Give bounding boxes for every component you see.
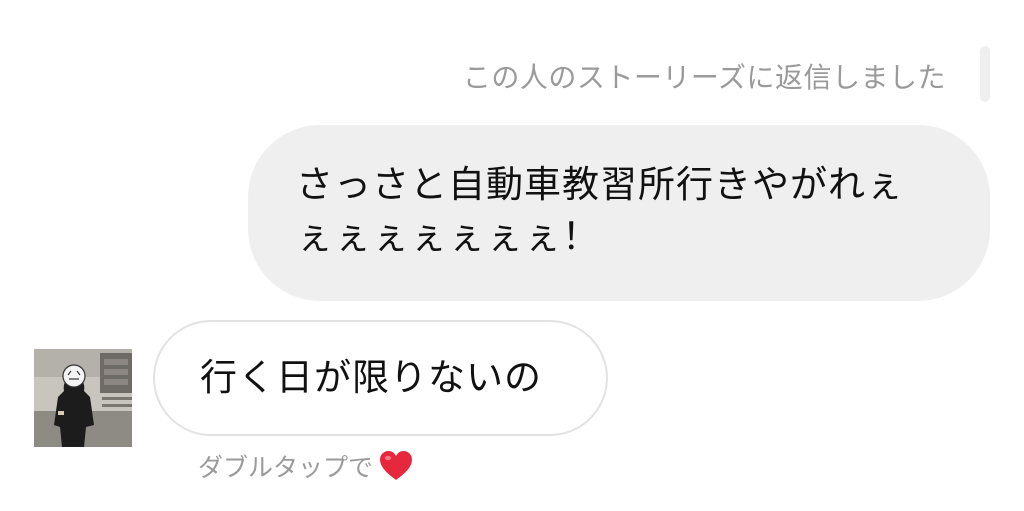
heart-icon[interactable] bbox=[379, 450, 413, 482]
outgoing-message-bubble[interactable]: さっさと自動車教習所行きやがれぇ ぇぇぇぇぇぇぇ！ bbox=[248, 125, 990, 301]
avatar-image bbox=[34, 349, 132, 447]
double-tap-hint: ダブルタップで bbox=[198, 449, 413, 483]
incoming-message-bubble[interactable]: 行く日が限りないの bbox=[153, 320, 608, 436]
outgoing-message-line-1: さっさと自動車教習所行きやがれぇ bbox=[296, 163, 904, 206]
story-reply-label: この人のストーリーズに返信しました bbox=[462, 61, 946, 94]
story-reply-indicator bbox=[980, 46, 990, 102]
double-tap-label: ダブルタップで bbox=[198, 453, 374, 482]
sender-avatar[interactable] bbox=[34, 349, 132, 447]
outgoing-message-line-2: ぇぇぇぇぇぇぇ！ bbox=[296, 215, 600, 258]
